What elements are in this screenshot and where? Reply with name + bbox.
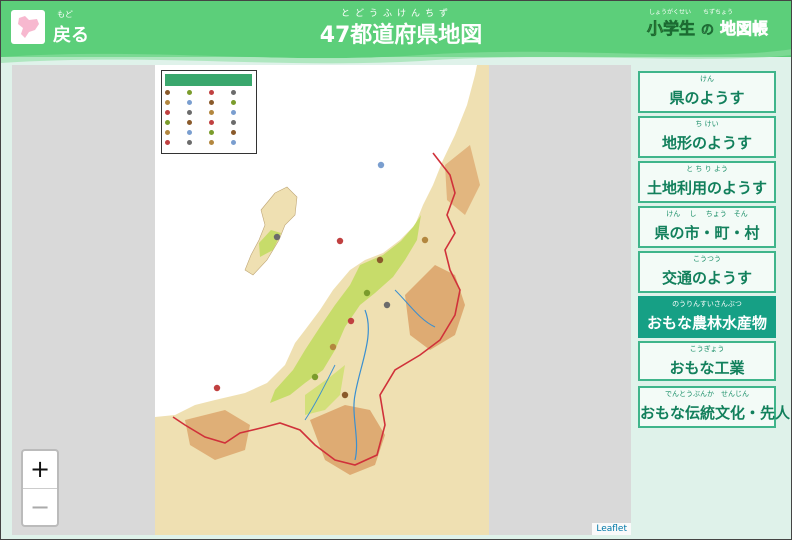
menu-button-3[interactable]: と ち り よう土地利用のようす (638, 161, 776, 203)
menu-button-4[interactable]: けん し ちょう そん県の市・町・村 (638, 206, 776, 248)
menu-button-ruby: こうつう (693, 255, 721, 263)
back-ruby: もど (57, 10, 73, 19)
menu-button-6[interactable]: のうりんすいさんぶつおもな農林水産物 (638, 296, 776, 338)
back-button[interactable]: もど 戻る (7, 7, 117, 47)
menu-button-label: おもな伝統文化・先人 (640, 404, 791, 422)
menu-button-1[interactable]: けん 県のようす (638, 71, 776, 113)
menu-button-label: 県のようす (669, 89, 745, 107)
menu-button-8[interactable]: でんとうぶんか せんじんおもな伝統文化・先人 (638, 386, 791, 428)
menu-button-label: 地形のようす (661, 134, 752, 152)
legend-panel (161, 70, 257, 154)
menu-button-label: おもな工業 (669, 359, 745, 377)
product-marker (347, 317, 355, 325)
back-label: 戻る (53, 25, 89, 46)
menu-button-ruby: のうりんすいさんぶつ (672, 300, 742, 308)
product-marker (329, 343, 337, 351)
map-viewport[interactable]: + − Leaflet (12, 65, 631, 535)
product-marker (376, 256, 384, 264)
zoom-control: + − (21, 449, 59, 527)
hokkaido-icon (11, 10, 45, 44)
menu-button-2[interactable]: ち けい地形のようす (638, 116, 776, 158)
map-attribution-link[interactable]: Leaflet (592, 523, 631, 535)
app-frame: もど 戻る とどうふけんちず 47都道府県地図 しょうがくせい ちずちょう 小学… (0, 0, 792, 540)
topic-menu: けん県のようすち けい地形のようすと ち り よう土地利用のようすけん し ちょ… (631, 65, 791, 535)
menu-button-ruby: と ち り よう (686, 165, 728, 173)
product-marker (383, 301, 391, 309)
menu-button-label: 県の市・町・村 (654, 224, 760, 242)
zoom-in-button[interactable]: + (23, 451, 57, 489)
menu-button-ruby: こうぎょう (689, 345, 725, 353)
product-marker (213, 384, 221, 392)
menu-button-ruby: けん し ちょう そん (666, 210, 748, 218)
menu-button-label: 土地利用のようす (646, 179, 767, 197)
menu-button-ruby: けん (700, 75, 714, 83)
product-marker (363, 289, 371, 297)
logo-part2: の (701, 23, 715, 39)
product-marker (377, 161, 385, 169)
legend-header (165, 74, 252, 86)
logo-part3: 地図帳 (720, 19, 769, 39)
page-title: 47都道府県地図 (319, 23, 483, 48)
product-marker (311, 373, 319, 381)
menu-button-ruby: ち けい (695, 120, 719, 128)
logo-part1: 小学生 (647, 19, 696, 39)
product-marker (341, 391, 349, 399)
menu-button-label: 交通のようす (661, 269, 752, 287)
site-logo[interactable]: しょうがくせい ちずちょう 小学生の地図帳 (645, 7, 791, 43)
menu-button-label: おもな農林水産物 (646, 314, 767, 332)
menu-button-ruby: でんとうぶんか せんじん (665, 390, 749, 398)
product-marker (336, 237, 344, 245)
map-sheet[interactable] (155, 65, 489, 535)
product-marker (421, 236, 429, 244)
zoom-out-button[interactable]: − (23, 489, 57, 525)
menu-button-5[interactable]: こうつう交通のようす (638, 251, 776, 293)
product-marker (273, 233, 281, 241)
menu-button-7[interactable]: こうぎょうおもな工業 (638, 341, 776, 381)
